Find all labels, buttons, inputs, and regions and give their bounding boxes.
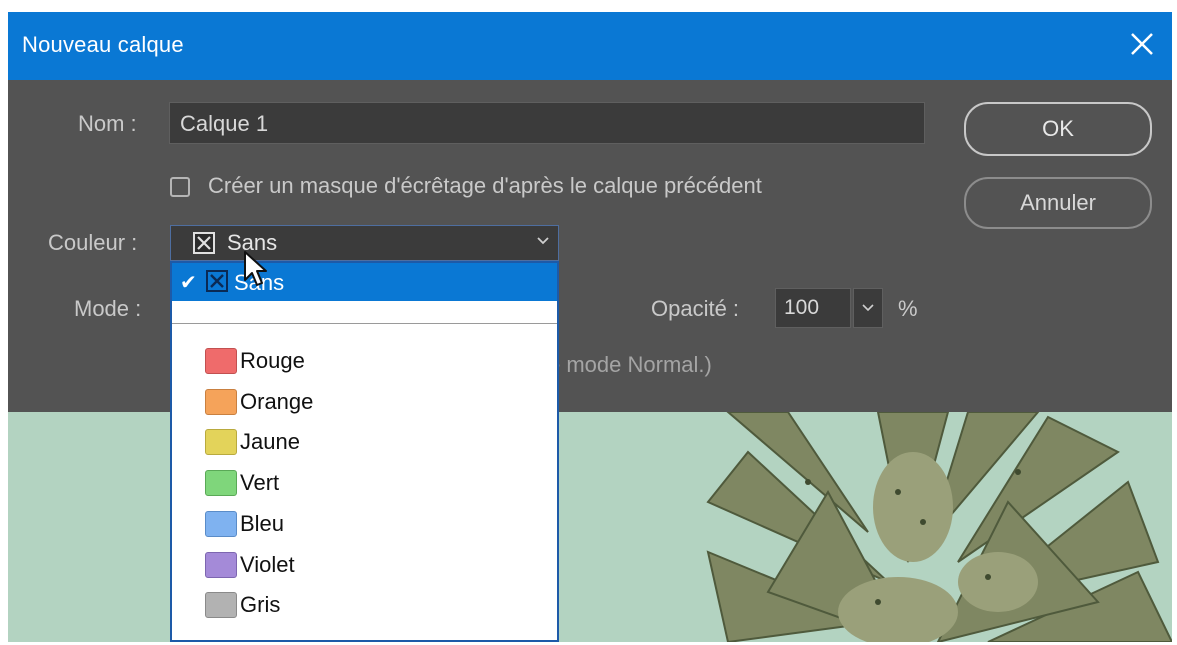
cancel-button[interactable]: Annuler bbox=[964, 177, 1152, 229]
dropdown-separator bbox=[172, 323, 557, 324]
color-select[interactable]: Sans bbox=[170, 225, 559, 261]
x-box-icon bbox=[206, 270, 228, 292]
opacity-dropdown-button[interactable] bbox=[853, 288, 883, 328]
color-label: Couleur : bbox=[48, 230, 138, 255]
layer-name-input[interactable]: Calque 1 bbox=[169, 102, 925, 144]
clipping-mask-checkbox[interactable] bbox=[170, 177, 190, 197]
color-swatch-icon bbox=[205, 511, 237, 537]
close-icon bbox=[1131, 33, 1153, 55]
chevron-down-icon bbox=[862, 304, 874, 312]
color-swatch-icon bbox=[205, 429, 237, 455]
x-box-icon bbox=[193, 232, 215, 254]
dropdown-item-vert[interactable]: Vert bbox=[172, 463, 557, 503]
dropdown-item-bleu[interactable]: Bleu bbox=[172, 504, 557, 544]
mouse-cursor-icon bbox=[244, 251, 267, 286]
dropdown-item-label: Bleu bbox=[240, 511, 285, 536]
dropdown-item-label: Violet bbox=[240, 552, 295, 577]
dropdown-item-label: Vert bbox=[240, 470, 280, 495]
dropdown-item-sans[interactable]: ✔ Sans bbox=[172, 263, 557, 301]
dropdown-item-blank[interactable] bbox=[172, 301, 557, 321]
dropdown-item-jaune[interactable]: Jaune bbox=[172, 422, 557, 462]
photoshop-window: Nouveau calque Nom : Calque 1 Créer un m… bbox=[8, 12, 1172, 642]
color-dropdown-list: ✔ Sans Rouge Orange Jaune Vert Bleu bbox=[170, 261, 559, 642]
ok-button[interactable]: OK bbox=[964, 102, 1152, 156]
name-label: Nom : bbox=[78, 111, 137, 136]
dropdown-item-violet[interactable]: Violet bbox=[172, 545, 557, 585]
opacity-unit: % bbox=[898, 296, 918, 321]
title-bar: Nouveau calque bbox=[8, 12, 1172, 80]
color-swatch-icon bbox=[205, 552, 237, 578]
dropdown-item-label: Rouge bbox=[240, 348, 305, 373]
mode-label: Mode : bbox=[74, 296, 142, 321]
dropdown-item-label: Orange bbox=[240, 389, 314, 414]
color-swatch-icon bbox=[205, 592, 237, 618]
dropdown-item-label: Gris bbox=[240, 592, 281, 617]
dropdown-item-orange[interactable]: Orange bbox=[172, 382, 557, 422]
clipping-mask-label: Créer un masque d'écrêtage d'après le ca… bbox=[208, 173, 762, 198]
chevron-down-icon bbox=[537, 237, 549, 245]
color-swatch-icon bbox=[205, 470, 237, 496]
close-button[interactable] bbox=[1122, 24, 1162, 64]
checkmark-icon: ✔ bbox=[180, 272, 197, 294]
opacity-label: Opacité : bbox=[651, 296, 740, 321]
mode-hint-text: e mode Normal.) bbox=[548, 352, 712, 377]
color-swatch-icon bbox=[205, 389, 237, 415]
window-title: Nouveau calque bbox=[22, 32, 184, 57]
color-swatch-icon bbox=[205, 348, 237, 374]
dropdown-item-label: Jaune bbox=[240, 429, 300, 454]
dropdown-item-rouge[interactable]: Rouge bbox=[172, 341, 557, 381]
opacity-input[interactable]: 100 bbox=[775, 288, 851, 328]
dropdown-item-gris[interactable]: Gris bbox=[172, 585, 557, 625]
